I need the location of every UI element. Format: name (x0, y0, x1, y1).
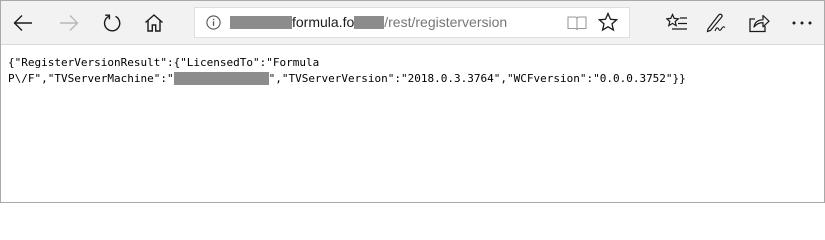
arrow-left-icon (13, 15, 32, 31)
browser-window: formula.fo/rest/registerversion {"Regist… (0, 0, 825, 203)
redacted-host-prefix (230, 15, 292, 29)
refresh-button[interactable] (96, 7, 128, 39)
json-response: {"RegisterVersionResult":{"LicensedTo":"… (8, 55, 808, 87)
reading-view-icon (567, 16, 587, 31)
forward-button[interactable] (53, 7, 85, 39)
url-path: /rest/registerversion (384, 14, 508, 30)
address-bar[interactable]: formula.fo/rest/registerversion (194, 7, 630, 38)
web-note-button[interactable] (699, 7, 731, 39)
home-icon (145, 14, 163, 32)
url-host: formula.fo (292, 14, 355, 30)
browser-toolbar: formula.fo/rest/registerversion (1, 1, 824, 45)
add-favorite-button[interactable] (598, 12, 618, 32)
arrow-right-icon (60, 15, 79, 31)
refresh-icon (103, 14, 121, 32)
back-button[interactable] (7, 7, 39, 39)
redacted-server-machine (173, 71, 269, 85)
more-icon (792, 21, 812, 25)
json-line-2-end: ","TVServerVersion":"2018.0.3.3764","WCF… (268, 72, 686, 85)
reading-view-button[interactable] (567, 14, 587, 32)
favorites-hub-button[interactable] (661, 7, 693, 39)
info-icon[interactable] (206, 15, 221, 30)
json-line-1: {"RegisterVersionResult":{"LicensedTo":"… (8, 56, 320, 69)
favorite-star-icon (598, 12, 618, 32)
json-line-2-start: P\/F","TVServerMachine":" (8, 72, 174, 85)
share-icon (749, 14, 770, 33)
web-note-icon (706, 13, 726, 33)
home-button[interactable] (138, 7, 170, 39)
url-text[interactable]: formula.fo/rest/registerversion (230, 8, 507, 37)
favorites-hub-icon (666, 13, 687, 30)
redacted-host-suffix (354, 15, 385, 29)
more-button[interactable] (786, 7, 818, 39)
share-button[interactable] (743, 7, 775, 39)
